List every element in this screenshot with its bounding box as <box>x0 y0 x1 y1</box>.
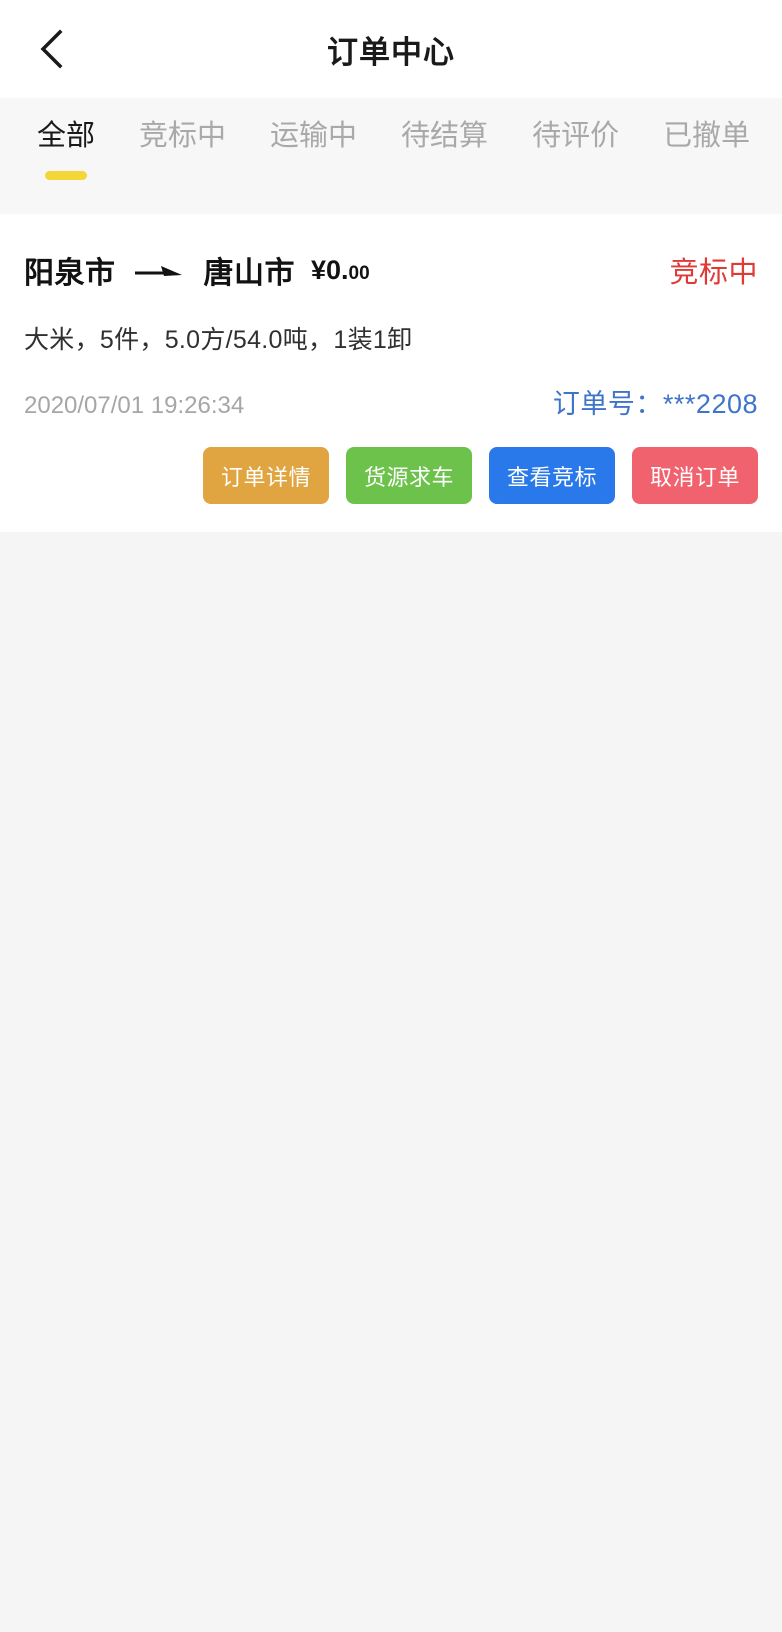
destination-city: 唐山市 <box>203 257 295 290</box>
arrow-right-icon <box>134 259 186 281</box>
tab-active-indicator <box>162 171 204 180</box>
page-title: 订单中心 <box>327 34 455 70</box>
order-detail-button[interactable]: 订单详情 <box>202 447 329 504</box>
tab-label: 竞标中 <box>139 120 227 152</box>
price-main: ¥0. <box>311 254 349 285</box>
price-decimals: 00 <box>348 262 370 284</box>
chevron-left-icon <box>37 28 67 70</box>
view-bids-button[interactable]: 查看竞标 <box>488 447 615 504</box>
order-action-buttons: 订单详情 货源求车 查看竞标 取消订单 <box>24 447 758 504</box>
tab-pending-settlement[interactable]: 待结算 <box>401 98 488 180</box>
back-button[interactable] <box>26 23 78 75</box>
tab-label: 运输中 <box>270 120 358 152</box>
tab-all[interactable]: 全部 <box>37 98 96 181</box>
order-route-row: 阳泉市 唐山市 ¥0. 00 竞标中 <box>24 214 758 298</box>
origin-city: 阳泉市 <box>24 257 116 290</box>
tab-active-indicator <box>555 171 597 180</box>
tab-active-indicator <box>45 171 87 181</box>
order-card[interactable]: 阳泉市 唐山市 ¥0. 00 竞标中 大米，5件，5.0方/54.0吨，1装1卸… <box>0 214 782 532</box>
tab-label: 已撤单 <box>663 120 751 152</box>
tab-active-indicator <box>293 171 335 180</box>
cargo-description: 大米，5件，5.0方/54.0吨，1装1卸 <box>24 326 413 354</box>
tab-active-indicator <box>424 171 466 180</box>
tab-label: 待结算 <box>401 120 489 152</box>
empty-list-area <box>0 532 782 1632</box>
tab-cancelled[interactable]: 已撤单 <box>663 98 750 180</box>
tab-bidding[interactable]: 竞标中 <box>139 98 226 180</box>
cancel-order-button[interactable]: 取消订单 <box>631 447 758 504</box>
order-timestamp: 2020/07/01 19:26:34 <box>24 392 245 419</box>
status-badge: 竞标中 <box>669 257 758 289</box>
order-number[interactable]: 订单号：***2208 <box>553 382 758 421</box>
order-price: ¥0. 00 <box>311 255 370 286</box>
tab-active-indicator <box>686 171 728 180</box>
tab-label: 全部 <box>37 120 96 152</box>
tab-label: 待评价 <box>532 120 620 152</box>
request-truck-button[interactable]: 货源求车 <box>345 447 472 504</box>
tab-pending-review[interactable]: 待评价 <box>532 98 619 180</box>
tab-in-transit[interactable]: 运输中 <box>270 98 357 180</box>
order-meta-row: 2020/07/01 19:26:34 订单号：***2208 <box>24 382 758 421</box>
app-header: 订单中心 <box>0 0 782 98</box>
order-status-tabs[interactable]: 全部 竞标中 运输中 待结算 待评价 已撤单 <box>0 98 782 214</box>
